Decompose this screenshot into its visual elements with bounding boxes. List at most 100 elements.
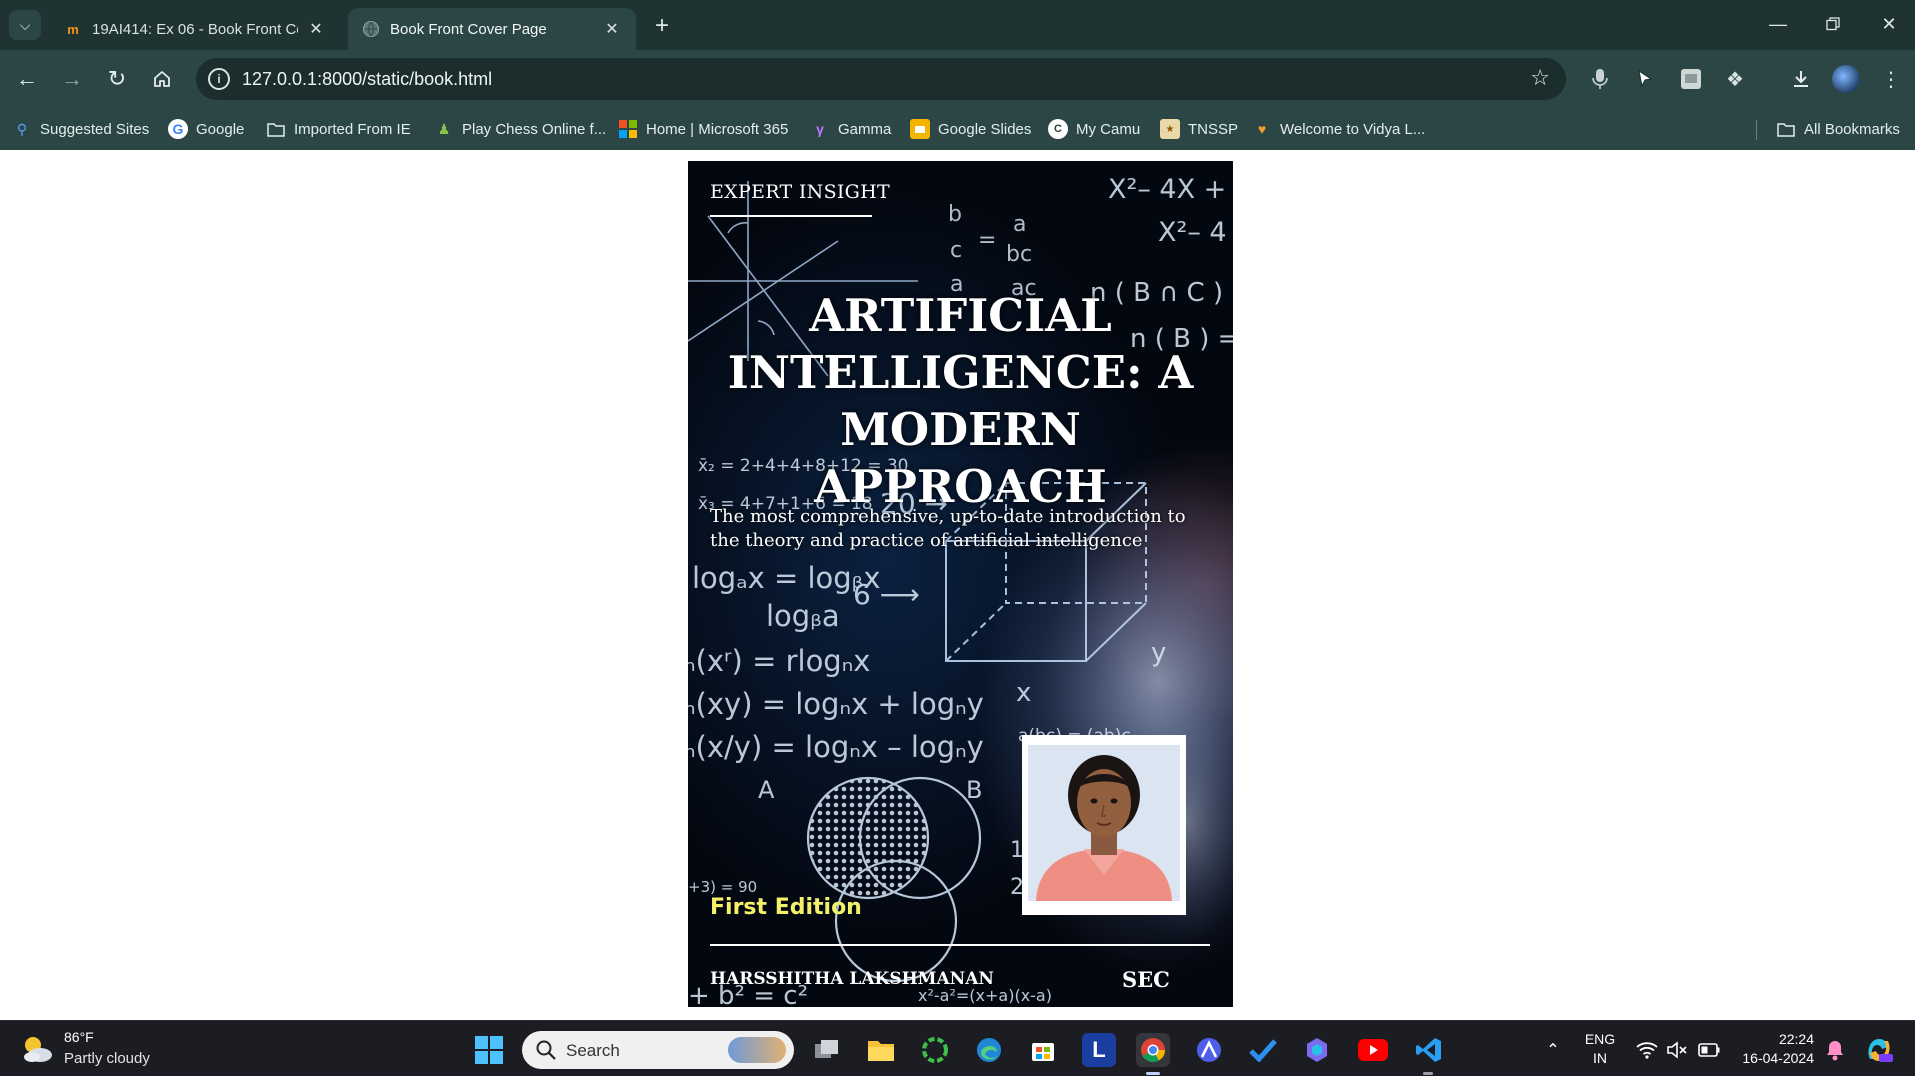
- formula-text: ₙ(xʳ) = rlogₙx: [688, 644, 870, 678]
- slides-icon: [910, 119, 930, 139]
- formula-text: x: [1016, 678, 1031, 708]
- url-text[interactable]: 127.0.0.1:8000/static/book.html: [242, 69, 492, 90]
- vscode-icon: [1416, 1038, 1441, 1062]
- battery-status[interactable]: [1692, 1033, 1726, 1067]
- forward-button[interactable]: →: [55, 62, 89, 96]
- back-button[interactable]: ←: [10, 62, 44, 96]
- edge-icon: [977, 1038, 1001, 1062]
- weather-temperature[interactable]: 86°F: [64, 1029, 94, 1045]
- gamma-icon: γ: [816, 121, 824, 137]
- file-explorer-button[interactable]: [864, 1033, 898, 1067]
- youtube-button[interactable]: [1356, 1033, 1390, 1067]
- todo-button[interactable]: [1246, 1033, 1280, 1067]
- bookmarks-divider: [1756, 120, 1757, 140]
- chevron-up-icon: ⌃: [1546, 1042, 1560, 1059]
- edition-label: First Edition: [710, 895, 862, 920]
- svg-text:c: c: [950, 238, 962, 263]
- region-code: IN: [1593, 1050, 1607, 1066]
- language-indicator[interactable]: ENG IN: [1578, 1030, 1622, 1068]
- formula-text: X²– 4: [1158, 217, 1227, 248]
- bookmark-gamma[interactable]: γ Gamma: [810, 116, 891, 142]
- bookmark-chess[interactable]: ♟ Play Chess Online f...: [434, 116, 607, 142]
- close-icon[interactable]: ✕: [306, 19, 326, 39]
- profile-avatar[interactable]: [1832, 65, 1860, 93]
- book-subtitle: The most comprehensive, up-to-date intro…: [710, 506, 1186, 551]
- notifications-button[interactable]: [1818, 1033, 1852, 1067]
- green-ring-icon: [922, 1037, 948, 1063]
- bookmarks-bar: ⚲ Suggested Sites G Google Imported From…: [0, 108, 1915, 150]
- search-icon: [536, 1040, 556, 1060]
- app-green-ring-button[interactable]: [918, 1033, 952, 1067]
- volume-status[interactable]: [1660, 1033, 1694, 1067]
- arc-icon: [1197, 1038, 1221, 1062]
- app-l-button[interactable]: L: [1082, 1033, 1116, 1067]
- voice-search-button[interactable]: [1585, 64, 1615, 94]
- taskbar-search[interactable]: Search: [522, 1031, 794, 1069]
- close-icon[interactable]: ✕: [602, 19, 622, 39]
- plus-icon: +: [654, 12, 669, 39]
- bookmark-suggested-sites[interactable]: ⚲ Suggested Sites: [12, 116, 149, 142]
- letter-l-icon: L: [1092, 1037, 1106, 1062]
- series-underline: [710, 215, 872, 217]
- formula-text: X²– 4X +: [1108, 174, 1226, 205]
- copilot-button[interactable]: [1300, 1033, 1334, 1067]
- bookmark-imported-from-ie[interactable]: Imported From IE: [266, 116, 411, 142]
- publisher-name: SEC: [1122, 967, 1170, 992]
- folder-icon: [266, 119, 286, 139]
- vscode-button[interactable]: [1412, 1033, 1446, 1067]
- start-button[interactable]: [472, 1033, 506, 1067]
- app-arc-button[interactable]: [1192, 1033, 1226, 1067]
- weather-description[interactable]: Partly cloudy: [64, 1050, 150, 1067]
- author-photo-frame: [1022, 735, 1186, 915]
- bookmark-vidya[interactable]: ♥ Welcome to Vidya L...: [1252, 116, 1426, 142]
- address-bar[interactable]: i 127.0.0.1:8000/static/book.html ☆: [196, 58, 1566, 100]
- extensions-button[interactable]: ❖: [1720, 64, 1750, 94]
- copilot-icon: [1307, 1038, 1327, 1062]
- home-icon: [154, 71, 170, 87]
- vidya-icon: ♥: [1257, 121, 1267, 137]
- task-view-button[interactable]: [810, 1033, 844, 1067]
- camu-icon: C: [1048, 119, 1068, 139]
- bookmark-google-slides[interactable]: Google Slides: [910, 116, 1031, 142]
- extension-cursor-button[interactable]: [1630, 64, 1660, 94]
- author-name: HARSSHITHA LAKSHMANAN: [710, 969, 994, 989]
- bookmark-all-bookmarks[interactable]: All Bookmarks: [1776, 116, 1900, 142]
- copilot-preview-button[interactable]: [1862, 1033, 1896, 1067]
- windows-logo-icon: [475, 1036, 503, 1064]
- formula-text: A: [758, 776, 775, 804]
- minimize-button[interactable]: —: [1758, 8, 1798, 40]
- reload-icon: ↻: [107, 66, 127, 91]
- youtube-icon: [1358, 1039, 1388, 1061]
- bookmark-my-camu[interactable]: C My Camu: [1048, 116, 1140, 142]
- chrome-button[interactable]: [1136, 1033, 1170, 1067]
- tab-title: Book Front Cover Page: [390, 20, 547, 38]
- browser-menu-button[interactable]: ⋮: [1876, 64, 1906, 94]
- extension-screenshot-button[interactable]: [1676, 64, 1706, 94]
- restore-button[interactable]: [1813, 8, 1853, 40]
- home-button[interactable]: [145, 62, 179, 96]
- show-hidden-icons-button[interactable]: ⌃: [1536, 1033, 1570, 1067]
- bookmark-star-icon[interactable]: ☆: [1530, 65, 1550, 91]
- reload-button[interactable]: ↻: [100, 62, 134, 96]
- site-info-icon[interactable]: i: [208, 68, 230, 90]
- microsoft-store-button[interactable]: [1026, 1033, 1060, 1067]
- network-status[interactable]: [1630, 1033, 1664, 1067]
- bookmark-tnssp[interactable]: ★ TNSSP: [1160, 116, 1238, 142]
- google-icon: G: [168, 119, 188, 139]
- language-code: ENG: [1584, 1031, 1616, 1047]
- clock[interactable]: 22:24 16-04-2024: [1730, 1030, 1814, 1068]
- weather-widget[interactable]: [20, 1032, 54, 1066]
- downloads-button[interactable]: [1786, 64, 1816, 94]
- bookmark-label: Suggested Sites: [40, 120, 150, 138]
- tab-strip: ⌵ m 19AI414: Ex 06 - Book Front Co ✕ Boo…: [0, 0, 1915, 50]
- folder-icon: [868, 1041, 894, 1061]
- edge-button[interactable]: [972, 1033, 1006, 1067]
- tab-book-front-cover[interactable]: Book Front Cover Page ✕: [348, 8, 636, 50]
- close-window-button[interactable]: ✕: [1869, 8, 1909, 40]
- volume-muted-icon: [1667, 1041, 1687, 1059]
- bookmark-microsoft-365[interactable]: Home | Microsoft 365: [618, 116, 788, 142]
- tab-search-button[interactable]: ⌵: [9, 10, 41, 40]
- bookmark-google[interactable]: G Google: [168, 116, 244, 142]
- tab-ex06[interactable]: m 19AI414: Ex 06 - Book Front Co ✕: [50, 8, 340, 50]
- new-tab-button[interactable]: +: [648, 12, 676, 40]
